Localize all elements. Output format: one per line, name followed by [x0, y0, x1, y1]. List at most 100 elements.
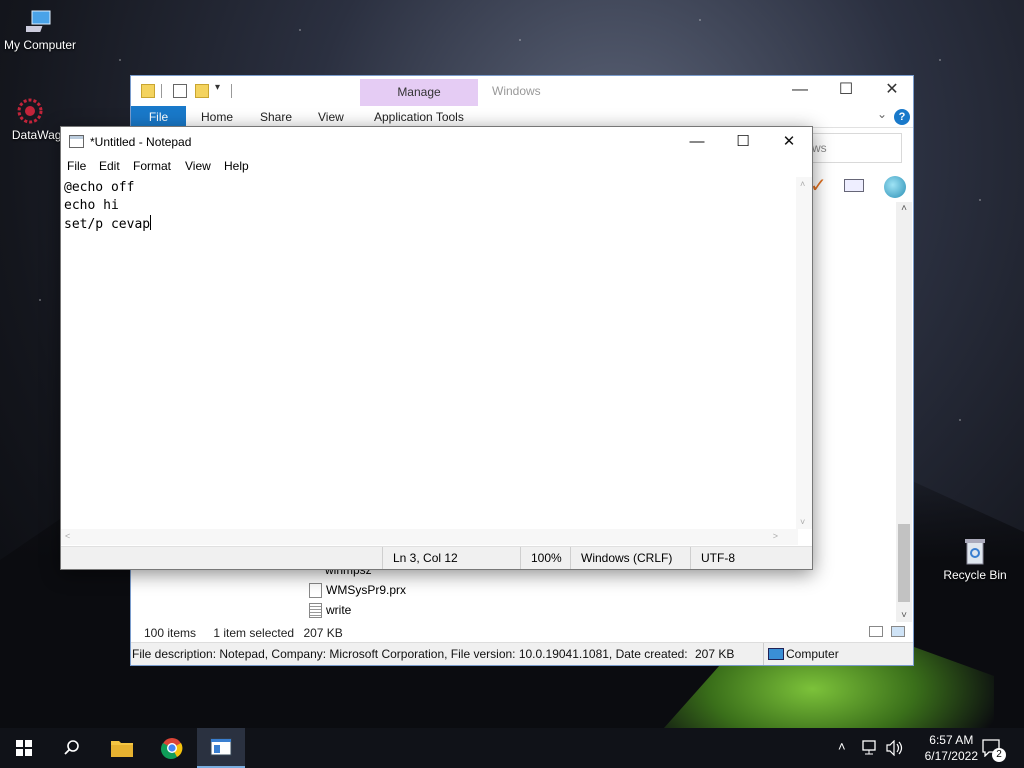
menu-format[interactable]: Format	[133, 159, 171, 173]
folder-icon	[111, 741, 133, 757]
close-button[interactable]: ✕	[766, 127, 812, 157]
file-name: WMSysPr9.prx	[326, 583, 407, 597]
taskbar-chrome[interactable]	[148, 728, 196, 768]
separator	[231, 84, 232, 98]
desktop-icon-label: My Computer	[3, 38, 77, 52]
clock-time: 6:57 AM	[929, 733, 974, 747]
view-toggle	[867, 625, 907, 639]
volume-icon	[886, 740, 903, 756]
notepad-status-bar: Ln 3, Col 12 100% Windows (CRLF) UTF-8	[61, 546, 812, 569]
notepad-icon[interactable]	[69, 135, 84, 148]
file-icon	[309, 582, 322, 598]
taskbar-notepad[interactable]	[197, 728, 245, 768]
computer-icon	[26, 10, 51, 32]
taskbar-clock[interactable]: 6:57 AM 6/17/2022	[925, 732, 978, 764]
notepad-text-area[interactable]: @echo off echo hi set/p cevap	[61, 177, 797, 529]
clock-date: 6/17/2022	[924, 749, 978, 763]
explorer-title: Windows	[492, 84, 541, 98]
details-location: Computer	[763, 643, 839, 665]
notepad-icon	[210, 738, 232, 756]
text-line: set/p cevap	[64, 217, 151, 232]
maximize-button[interactable]: ☐	[823, 76, 869, 106]
menu-edit[interactable]: Edit	[99, 159, 120, 173]
cursor-position: Ln 3, Col 12	[382, 547, 458, 569]
tab-share[interactable]: Share	[260, 106, 292, 128]
list-item[interactable]: WMSysPr9.prx	[309, 580, 406, 600]
encoding: UTF-8	[690, 547, 735, 569]
notification-badge: 2	[992, 748, 1006, 762]
horizontal-scrollbar[interactable]: ˂ ˃	[61, 529, 798, 545]
globe-icon[interactable]	[884, 176, 906, 198]
scroll-right-icon[interactable]: ˃	[773, 531, 778, 541]
close-button[interactable]: ✕	[869, 76, 915, 106]
scroll-up-icon[interactable]: ˄	[898, 203, 910, 214]
tab-application-tools[interactable]: Application Tools	[374, 106, 464, 128]
file-description: File description: Notepad, Company: Micr…	[132, 647, 688, 661]
text-line-current: set/p cevap	[64, 215, 794, 234]
explorer-status-bar: 100 items 1 item selected 207 KB	[131, 622, 913, 644]
zoom-level: 100%	[520, 547, 562, 569]
explorer-details-bar: File description: Notepad, Company: Micr…	[131, 642, 913, 665]
menu-view[interactable]: View	[185, 159, 211, 173]
scroll-left-icon[interactable]: ˂	[65, 531, 70, 541]
selected-count: 1 item selected	[213, 626, 295, 640]
file-name: write	[326, 603, 352, 617]
selected-size: 207 KB	[303, 626, 343, 640]
line-ending: Windows (CRLF)	[570, 547, 672, 569]
text-line: @echo off	[64, 180, 135, 195]
notepad-file-icon	[309, 602, 322, 618]
notepad-window[interactable]: *Untitled - Notepad — ☐ ✕ File Edit Form…	[60, 126, 813, 570]
text-line: echo hi	[64, 198, 119, 213]
notepad-menubar: File Edit Format View Help	[61, 157, 812, 177]
explorer-toolbar: ✓	[806, 175, 912, 199]
search-icon	[64, 740, 79, 755]
notepad-title: *Untitled - Notepad	[90, 135, 192, 149]
minimize-button[interactable]: —	[674, 127, 720, 157]
taskbar-file-explorer[interactable]	[98, 728, 146, 768]
maximize-button[interactable]: ☐	[720, 127, 766, 157]
large-icons-view-icon[interactable]	[891, 626, 905, 637]
mail-icon[interactable]	[844, 179, 864, 192]
separator	[161, 84, 162, 98]
notepad-titlebar[interactable]: *Untitled - Notepad — ☐ ✕	[61, 127, 812, 157]
windows-logo-icon	[16, 740, 32, 756]
scroll-down-icon[interactable]: ˅	[898, 610, 910, 621]
tab-view[interactable]: View	[318, 106, 344, 128]
new-folder-icon[interactable]	[195, 84, 209, 98]
properties-icon[interactable]	[173, 84, 187, 98]
start-button[interactable]	[0, 728, 48, 768]
explorer-titlebar[interactable]: ▾ Manage Windows — ☐ ✕	[131, 76, 913, 107]
text-caret	[150, 215, 152, 230]
taskbar: ˄ 6:57 AM 6/17/2022 2	[0, 728, 1024, 768]
scroll-up-icon[interactable]: ˄	[800, 179, 805, 189]
folder-icon	[141, 84, 155, 98]
tab-file[interactable]: File	[131, 106, 186, 128]
computer-icon	[768, 648, 784, 660]
chevron-up-icon[interactable]: ˄	[838, 739, 846, 754]
scroll-down-icon[interactable]: ˅	[800, 517, 805, 527]
network-icon	[862, 740, 876, 755]
vertical-scrollbar[interactable]: ˄ ˅	[796, 177, 812, 529]
desktop-icon-recycle-bin[interactable]: Recycle Bin	[935, 536, 1015, 582]
collapse-ribbon-icon[interactable]: ⌄	[877, 107, 887, 121]
list-item[interactable]: write	[309, 600, 351, 620]
desktop-icon-my-computer[interactable]: My Computer	[0, 8, 80, 52]
menu-file[interactable]: File	[67, 159, 86, 173]
scrollbar-thumb[interactable]	[898, 524, 910, 602]
desktop-icon-label: Recycle Bin	[943, 568, 1007, 582]
manage-tab[interactable]: Manage	[360, 79, 478, 106]
minimize-button[interactable]: —	[777, 76, 823, 106]
explorer-scrollbar[interactable]: ˄ ˅	[896, 202, 912, 622]
details-view-icon[interactable]	[869, 626, 883, 637]
menu-help[interactable]: Help	[224, 159, 249, 173]
item-count: 100 items	[144, 626, 197, 640]
location-label: Computer	[786, 647, 839, 661]
quick-access-dropdown-icon[interactable]: ▾	[215, 82, 220, 93]
search-button[interactable]	[48, 728, 96, 768]
tab-home[interactable]: Home	[201, 106, 233, 128]
details-size: 207 KB	[694, 647, 735, 661]
datawago-icon	[17, 98, 43, 124]
recycle-bin-icon	[965, 539, 985, 565]
help-icon[interactable]: ?	[894, 109, 910, 125]
explorer-ribbon: File Home Share View Application Tools ⌄…	[131, 106, 913, 128]
